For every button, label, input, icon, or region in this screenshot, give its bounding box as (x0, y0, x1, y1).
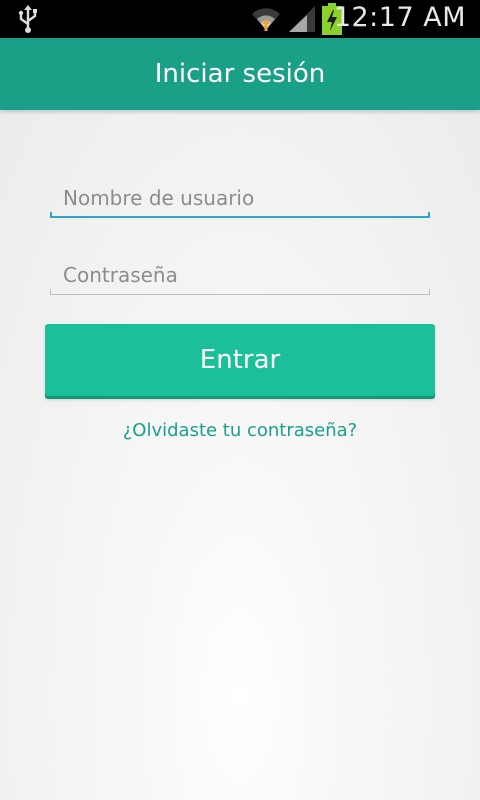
status-time: 12:17 AM (333, 2, 466, 33)
signal-icon (289, 6, 315, 32)
forgot-password-link[interactable]: ¿Olvidaste tu contraseña? (0, 420, 480, 441)
status-bar: 12:17 AM (0, 0, 480, 38)
page-title: Iniciar sesión (154, 59, 326, 89)
username-underline (50, 212, 430, 218)
app-bar: Iniciar sesión (0, 38, 480, 110)
login-button[interactable]: Entrar (45, 324, 435, 396)
login-form: Entrar ¿Olvidaste tu contraseña? (0, 110, 480, 800)
usb-icon (18, 5, 37, 33)
password-underline (50, 289, 430, 295)
wifi-icon (252, 8, 280, 31)
password-field (50, 255, 430, 295)
username-field (50, 178, 430, 218)
